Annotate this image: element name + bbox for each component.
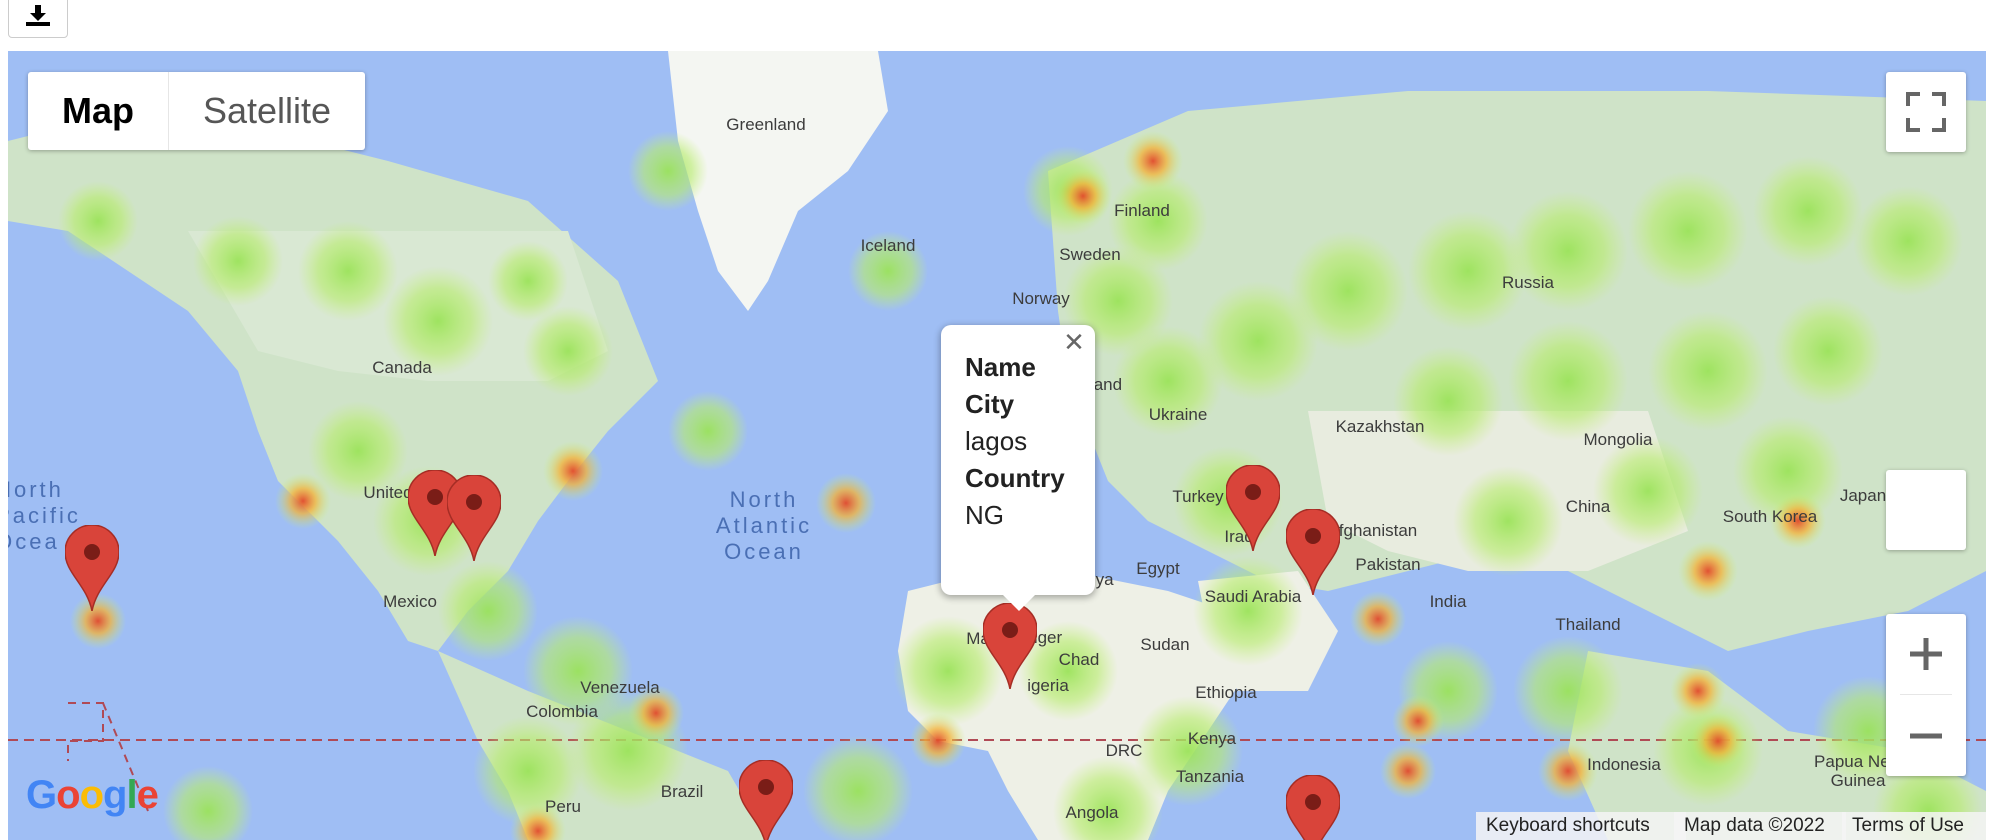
fullscreen-button[interactable] <box>1886 72 1966 152</box>
info-country-heading: Country <box>965 463 1065 493</box>
map-marker[interactable] <box>65 525 119 611</box>
info-name-heading: Name <box>965 352 1036 382</box>
label-egypt: Egypt <box>1136 559 1180 578</box>
label-brazil: Brazil <box>660 782 704 801</box>
download-icon <box>26 5 50 26</box>
map-canvas[interactable]: Greenland Iceland Finland Sweden Norway … <box>8 51 1986 840</box>
map-marker-selected[interactable] <box>983 603 1037 689</box>
label-afghanistan: fghanistan <box>1338 521 1418 540</box>
label-venezuela: Venezuela <box>580 678 660 697</box>
label-turkey: Turkey <box>1172 487 1224 506</box>
map-type-satellite-button[interactable]: Satellite <box>169 72 365 150</box>
info-country-value: NG <box>965 500 1004 530</box>
plus-icon <box>1910 638 1942 670</box>
label-tanzania: Tanzania <box>1175 767 1245 786</box>
google-logo: Google <box>26 773 159 817</box>
label-indonesia: Indonesia <box>1587 755 1661 774</box>
label-kazakhstan: Kazakhstan <box>1335 417 1425 436</box>
label-finland: Finland <box>1114 201 1170 220</box>
keyboard-shortcuts-link[interactable]: Keyboard shortcuts <box>1476 812 1686 840</box>
label-kenya: Kenya <box>1187 729 1237 748</box>
street-view-pegman-button[interactable] <box>1886 470 1966 550</box>
zoom-divider <box>1900 694 1952 695</box>
label-north-atlantic-ocean: North Atlantic Ocean <box>715 487 813 564</box>
map-type-map-button[interactable]: Map <box>28 72 169 150</box>
label-drc: DRC <box>1105 741 1143 760</box>
label-iceland: Iceland <box>860 236 916 255</box>
map-marker[interactable] <box>1226 465 1280 551</box>
map-marker[interactable] <box>1286 509 1340 595</box>
zoom-control <box>1886 614 1966 776</box>
label-pakistan: Pakistan <box>1355 555 1421 574</box>
info-window-tail <box>1003 595 1035 611</box>
label-chad: Chad <box>1058 650 1100 669</box>
label-ethiopia: Ethiopia <box>1195 683 1257 702</box>
label-mexico: Mexico <box>383 592 437 611</box>
label-south-korea: South Korea <box>1722 507 1818 526</box>
info-city-heading: City <box>965 389 1015 419</box>
label-greenland: Greenland <box>726 115 806 134</box>
info-window: ✕ Name City lagos Country NG <box>941 325 1095 611</box>
fullscreen-icon <box>1906 92 1946 132</box>
label-canada: Canada <box>372 358 432 377</box>
label-china: China <box>1565 497 1611 516</box>
label-mongolia: Mongolia <box>1583 430 1653 449</box>
label-ukraine: Ukraine <box>1148 405 1208 424</box>
label-russia: Russia <box>1502 273 1554 292</box>
map-type-control: Map Satellite <box>28 72 366 150</box>
close-icon[interactable]: ✕ <box>1059 327 1089 357</box>
label-japan: Japan <box>1839 486 1887 505</box>
label-norway: Norway <box>1012 289 1070 308</box>
label-sudan: Sudan <box>1140 635 1190 654</box>
download-button[interactable] <box>8 0 68 38</box>
map-marker[interactable] <box>1286 775 1340 840</box>
zoom-in-button[interactable] <box>1886 614 1966 694</box>
label-peru: Peru <box>545 797 581 816</box>
label-united: United <box>363 483 413 502</box>
zoom-out-button[interactable] <box>1886 696 1966 776</box>
map-marker[interactable] <box>739 760 793 840</box>
label-sweden: Sweden <box>1059 245 1121 264</box>
terms-of-use-link[interactable]: Terms of Use <box>1842 812 1986 840</box>
label-colombia: Colombia <box>526 702 598 721</box>
label-angola: Angola <box>1065 803 1119 822</box>
label-niger: iger <box>1033 628 1063 647</box>
info-city-value: lagos <box>965 426 1028 456</box>
map-marker[interactable] <box>447 475 501 561</box>
label-india: India <box>1429 592 1467 611</box>
minus-icon <box>1910 733 1942 739</box>
label-thailand: Thailand <box>1555 615 1621 634</box>
map-data-attribution: Map data ©2022 <box>1674 812 1846 840</box>
